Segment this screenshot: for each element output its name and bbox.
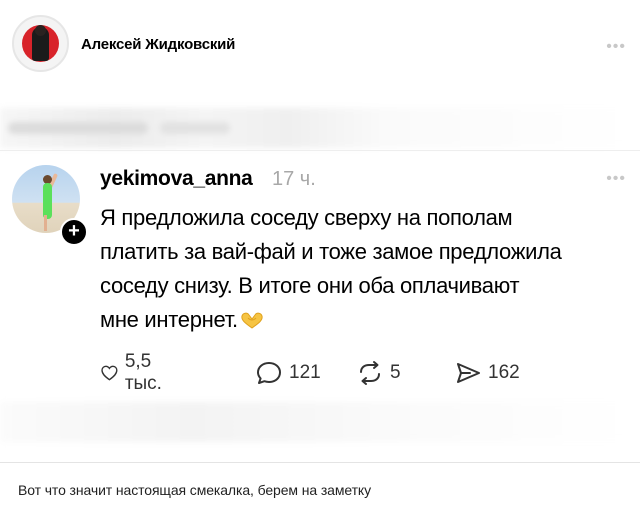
like-button[interactable]: 5,5 тыс. <box>100 351 171 394</box>
post-username[interactable]: yekimova_anna <box>100 167 253 191</box>
post-more-dots-icon[interactable]: ••• <box>606 170 626 188</box>
reposts-count: 5 <box>390 362 401 383</box>
divider <box>0 462 640 463</box>
heart-icon <box>101 365 118 381</box>
follow-plus-icon[interactable]: + <box>60 218 88 246</box>
repost-button[interactable]: 5 <box>356 358 401 388</box>
author-header: Алексей Жидковский ••• <box>0 0 640 95</box>
post-timestamp: 17 ч. <box>272 168 316 190</box>
avatar-head <box>35 25 46 36</box>
more-dots-icon[interactable]: ••• <box>606 38 626 56</box>
author-avatar[interactable] <box>12 15 69 72</box>
blurred-content <box>0 402 640 442</box>
send-icon <box>457 363 480 383</box>
post-text-line-last: мне интернет. <box>100 303 630 337</box>
share-button[interactable]: 162 <box>454 358 520 388</box>
post-text-line: платить за вай-фай и тоже замое предложи… <box>100 239 562 264</box>
likes-count: 5,5 тыс. <box>124 351 162 394</box>
post-text-line: Я предложила соседу сверху на пополам <box>100 205 513 230</box>
comment-button[interactable]: 121 <box>255 358 321 388</box>
divider <box>0 150 640 151</box>
post-caption: Вот что значит настоящая смекалка, берем… <box>18 482 371 498</box>
post-body: Я предложила соседу сверху на пополам пл… <box>100 201 630 337</box>
heart-hands-icon <box>239 305 265 329</box>
blurred-content <box>0 108 640 148</box>
shares-count: 162 <box>488 362 520 383</box>
comment-bubble-icon <box>257 362 281 384</box>
post-text-line: мне интернет. <box>100 307 238 332</box>
post-text-line: соседу снизу. В итоге они оба оплачивают <box>100 273 520 298</box>
author-name[interactable]: Алексей Жидковский <box>81 36 235 53</box>
repost-icon <box>360 361 380 385</box>
comments-count: 121 <box>289 362 321 383</box>
